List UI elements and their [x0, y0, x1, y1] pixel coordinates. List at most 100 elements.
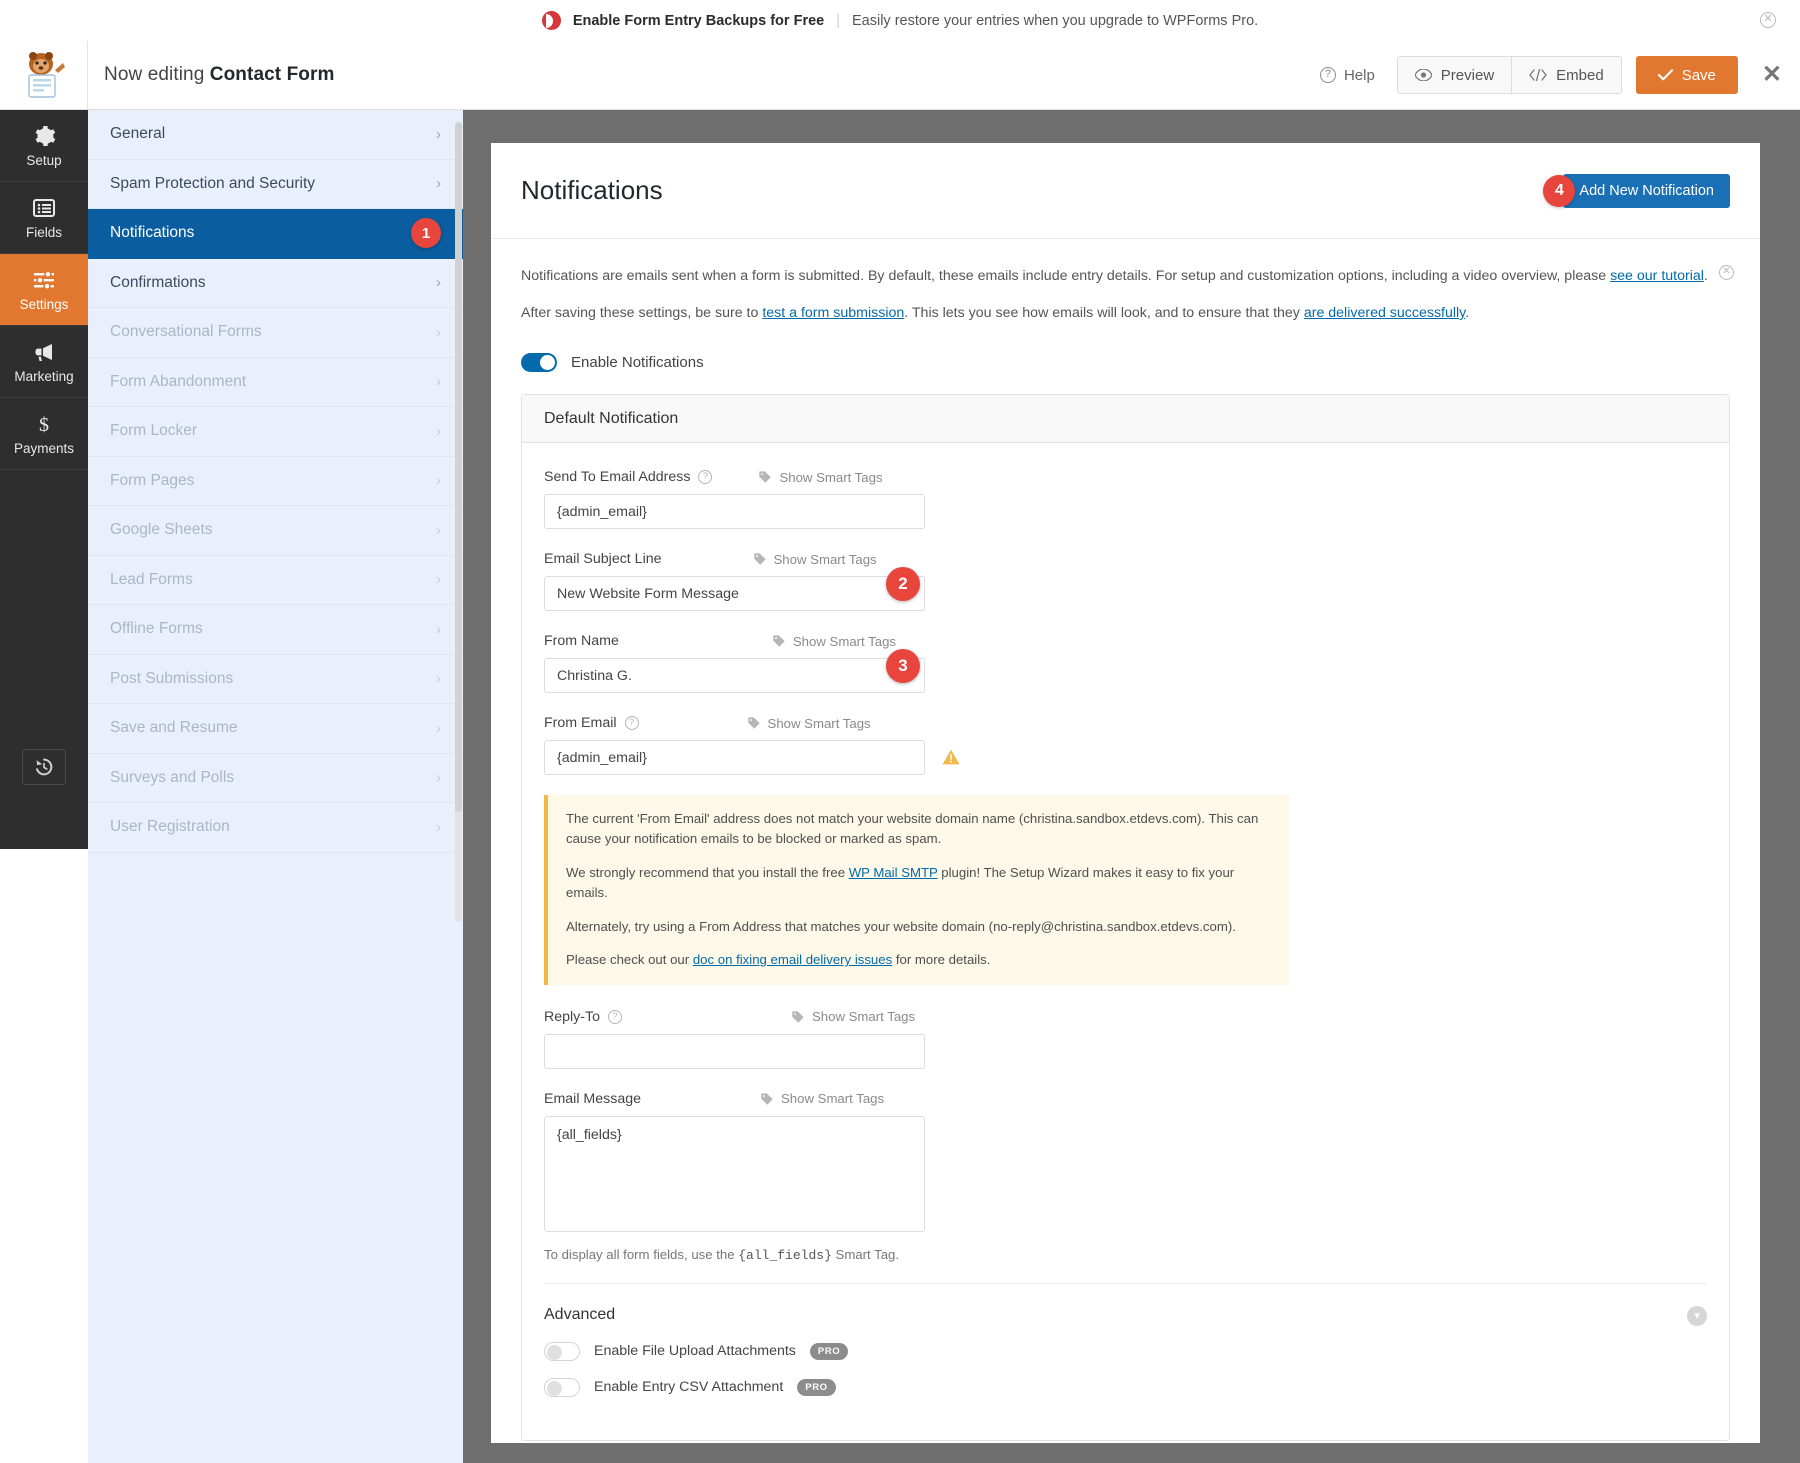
help-icon[interactable]: ? [625, 716, 639, 730]
revision-history-icon[interactable] [22, 749, 66, 785]
see-our-tutorial-link[interactable]: see our tutorial [1610, 268, 1704, 284]
sidebar-item-form-abandonment[interactable]: Form Abandonment› [88, 358, 463, 408]
tag-icon [753, 552, 767, 566]
list-icon [32, 196, 56, 220]
send-to-email-input[interactable] [544, 494, 925, 529]
field-from-name: From Name Show Smart Tags 3 [544, 631, 1707, 693]
sidebar-item-conversational-forms[interactable]: Conversational Forms› [88, 308, 463, 358]
notice-paragraph-3: Alternately, try using a From Address th… [566, 917, 1271, 937]
email-message-textarea[interactable]: {all_fields} [544, 1116, 925, 1232]
sidebar-item-lead-forms[interactable]: Lead Forms› [88, 556, 463, 606]
sidebar-item-spam-protection-and-security[interactable]: Spam Protection and Security› [88, 160, 463, 210]
sidebar-item-label: Conversational Forms [110, 323, 262, 341]
header-actions: ? Help Preview Embed [1320, 56, 1800, 94]
show-smart-tags-subject[interactable]: Show Smart Tags [753, 552, 877, 567]
file-upload-attachments-toggle[interactable] [544, 1342, 580, 1361]
reply-to-input[interactable] [544, 1034, 925, 1069]
sidebar-item-post-submissions[interactable]: Post Submissions› [88, 655, 463, 705]
intro-2-text-a: After saving these settings, be sure to [521, 305, 762, 321]
page-title: Now editing Contact Form [104, 64, 334, 86]
builder-header: Now editing Contact Form ? Help Preview [0, 41, 1800, 110]
chevron-right-icon: › [436, 373, 441, 390]
rail-item-payments[interactable]: $ Payments [0, 398, 88, 470]
field-email-subject: Email Subject Line Show Smart Tags 2 [544, 549, 1707, 611]
delivered-successfully-link[interactable]: are delivered successfully [1304, 305, 1465, 321]
pro-badge: PRO [797, 1379, 835, 1396]
embed-button[interactable]: Embed [1512, 56, 1622, 94]
promo-close-icon[interactable]: ✕ [1760, 12, 1776, 28]
enable-notifications-toggle[interactable] [521, 353, 557, 372]
email-delivery-doc-link[interactable]: doc on fixing email delivery issues [693, 952, 892, 967]
save-button[interactable]: Save [1636, 56, 1738, 94]
step-badge-4: 4 [1543, 175, 1575, 207]
rail-item-marketing[interactable]: Marketing [0, 326, 88, 398]
rail-item-fields[interactable]: Fields [0, 182, 88, 254]
nav-scrollbar-thumb[interactable] [455, 122, 462, 812]
sidebar-item-label: Surveys and Polls [110, 769, 234, 787]
promo-title: Enable Form Entry Backups for Free [573, 13, 824, 29]
notice-paragraph-2: We strongly recommend that you install t… [566, 863, 1271, 904]
hint-text-a: To display all form fields, use the [544, 1247, 738, 1262]
help-button[interactable]: ? Help [1320, 67, 1375, 84]
sidebar-item-confirmations[interactable]: Confirmations› [88, 259, 463, 309]
test-form-submission-link[interactable]: test a form submission [762, 305, 904, 321]
sidebar-item-user-registration[interactable]: User Registration › [88, 803, 463, 853]
intro-1-text-a: Notifications are emails sent when a for… [521, 268, 1610, 284]
tag-icon [772, 634, 786, 648]
sidebar-item-offline-forms[interactable]: Offline Forms› [88, 605, 463, 655]
chevron-right-icon: › [436, 126, 441, 143]
preview-button[interactable]: Preview [1397, 56, 1512, 94]
rail-item-settings[interactable]: Settings [0, 254, 88, 326]
chevron-right-icon: › [436, 819, 441, 836]
smart-tags-label: Show Smart Tags [812, 1009, 915, 1024]
editing-prefix: Now editing [104, 64, 204, 85]
sidebar-item-label: User Registration [110, 818, 230, 836]
close-builder-icon[interactable]: ✕ [1762, 63, 1782, 87]
notice-4-text-b: for more details. [892, 952, 990, 967]
default-notification-block: Default Notification Send To Email Addre… [521, 394, 1730, 1441]
save-label: Save [1682, 67, 1716, 84]
rail-item-setup[interactable]: Setup [0, 110, 88, 182]
chevron-right-icon: › [436, 621, 441, 638]
show-smart-tags-reply-to[interactable]: Show Smart Tags [791, 1009, 915, 1024]
rail-label-fields: Fields [26, 225, 62, 240]
field-send-to-email: Send To Email Address ? Show Smart Tags [544, 467, 1707, 529]
sidebar-item-google-sheets[interactable]: Google Sheets› [88, 506, 463, 556]
show-smart-tags-from-email[interactable]: Show Smart Tags [747, 716, 871, 731]
sidebar-item-form-pages[interactable]: Form Pages› [88, 457, 463, 507]
chevron-right-icon: › [436, 769, 441, 786]
mascot-icon [21, 50, 67, 100]
show-smart-tags-message[interactable]: Show Smart Tags [760, 1091, 884, 1106]
hint-code: {all_fields} [738, 1248, 832, 1263]
intro-paragraph-1: Notifications are emails sent when a for… [521, 265, 1730, 287]
show-smart-tags-from-name[interactable]: Show Smart Tags [772, 634, 896, 649]
help-icon[interactable]: ? [608, 1010, 622, 1024]
advanced-row-entry-csv: Enable Entry CSV Attachment PRO [544, 1378, 1707, 1397]
chevron-right-icon: › [436, 522, 441, 539]
sidebar-item-label: Form Pages [110, 472, 194, 490]
from-email-input[interactable] [544, 740, 925, 775]
field-from-email: From Email ? Show Smart Tags [544, 713, 1707, 775]
nav-scrollbar-track[interactable] [455, 122, 462, 922]
wp-mail-smtp-link[interactable]: WP Mail SMTP [849, 865, 938, 880]
entry-csv-attachment-toggle[interactable] [544, 1378, 580, 1397]
from-name-input[interactable] [544, 658, 925, 693]
send-to-label: Send To Email Address [544, 469, 690, 485]
add-new-notification-button[interactable]: Add New Notification [1563, 174, 1730, 208]
help-icon[interactable]: ? [698, 470, 712, 484]
promo-banner: Enable Form Entry Backups for Free | Eas… [0, 0, 1800, 41]
notice-4-text-a: Please check out our [566, 952, 693, 967]
sidebar-item-general[interactable]: General› [88, 110, 463, 160]
email-message-label: Email Message [544, 1091, 641, 1107]
builder-canvas: Notifications 4 Add New Notification ✕ N… [463, 110, 1800, 1463]
show-smart-tags-send-to[interactable]: Show Smart Tags [758, 470, 882, 485]
chevron-down-icon[interactable]: ▾ [1687, 1306, 1707, 1326]
sidebar-item-notifications[interactable]: Notifications1 [88, 209, 463, 259]
warning-triangle-icon [942, 748, 960, 766]
email-subject-input[interactable] [544, 576, 925, 611]
sidebar-item-surveys-and-polls[interactable]: Surveys and Polls › [88, 754, 463, 804]
intro-close-icon[interactable]: ✕ [1719, 265, 1734, 280]
sidebar-item-save-and-resume[interactable]: Save and Resume› [88, 704, 463, 754]
enable-notifications-label: Enable Notifications [571, 354, 704, 371]
sidebar-item-form-locker[interactable]: Form Locker› [88, 407, 463, 457]
